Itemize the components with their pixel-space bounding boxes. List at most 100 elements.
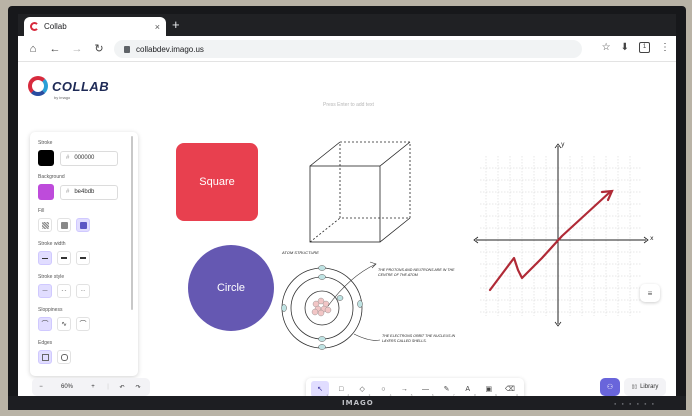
atom-title: ATOM STRUCTURE <box>282 250 319 255</box>
stroke-hex-value: 000000 <box>74 155 95 161</box>
stroke-bold-button[interactable] <box>57 251 71 265</box>
sloppiness-architect-button[interactable]: ⌒ <box>38 317 52 331</box>
close-tab-icon[interactable]: × <box>155 22 160 32</box>
arrow-icon: → <box>400 385 408 393</box>
fill-solid-icon <box>79 221 87 229</box>
zoom-out-button[interactable]: − <box>32 384 50 390</box>
stroke-thin-button[interactable] <box>38 251 52 265</box>
zoom-divider: | <box>107 384 109 390</box>
stroke-solid-button[interactable]: — <box>38 284 52 298</box>
collab-favicon-icon <box>30 22 39 31</box>
background-hex-input[interactable]: # be4bdb <box>60 184 118 200</box>
eraser-icon: ⌫ <box>504 386 515 393</box>
rectangle-icon: □ <box>339 385 344 393</box>
cursor-icon: ↖ <box>317 386 323 393</box>
tab-count-icon[interactable]: 1 <box>639 42 650 53</box>
stroke-hex-input[interactable]: # 000000 <box>60 150 118 166</box>
background-swatch[interactable] <box>38 184 54 200</box>
address-bar[interactable]: collabdev.imago.us <box>114 40 582 58</box>
browser-toolbar: ⌂ ← → ↻ collabdev.imago.us ☆ ⬇ 1 ⋮ <box>18 36 676 62</box>
browser-tab-bar: Collab × + <box>18 14 676 36</box>
url-text: collabdev.imago.us <box>136 44 204 54</box>
logo-by-text: by imago <box>54 95 71 100</box>
fill-label: Fill <box>38 208 45 214</box>
sloppiness-artist-button[interactable]: ∿ <box>57 317 71 331</box>
edges-round-button[interactable] <box>57 350 71 364</box>
bookmark-star-icon[interactable]: ☆ <box>602 42 611 53</box>
background-label: Background <box>38 174 65 180</box>
library-label: Library <box>640 384 659 390</box>
stroke-swatch[interactable] <box>38 150 54 166</box>
tool-rectangle[interactable]: □ 2 <box>332 381 350 397</box>
line-icon: — <box>422 385 430 393</box>
ellipse-icon: ○ <box>381 385 386 393</box>
stroke-thin-icon <box>42 257 48 259</box>
fill-solid-button[interactable] <box>76 218 90 232</box>
fill-hachure-icon <box>41 221 49 229</box>
canvas-hint: Press Enter to add text <box>323 102 374 108</box>
tool-eraser[interactable]: ⌫ 0 <box>501 381 519 396</box>
logo-text: COLLAB <box>52 78 110 94</box>
stroke-bold-icon <box>61 257 67 259</box>
tool-arrow[interactable]: → 5 <box>395 381 413 397</box>
collab-app: COLLAB by imago Press Enter to add text … <box>18 62 676 396</box>
pencil-icon: ✎ <box>443 386 450 393</box>
cube-drawing[interactable] <box>306 138 430 246</box>
undo-icon[interactable]: ↶ <box>114 384 130 391</box>
zoom-controls: − 60% + | ↶ ↷ <box>32 378 150 396</box>
redo-icon[interactable]: ↷ <box>130 384 146 391</box>
zoom-in-button[interactable]: + <box>84 384 102 390</box>
stroke-width-label: Stroke width <box>38 241 66 247</box>
fill-crosshatch-button[interactable] <box>57 218 71 232</box>
tool-diamond[interactable]: ◇ 3 <box>353 381 371 396</box>
tool-line[interactable]: —6 <box>416 381 434 397</box>
back-icon[interactable]: ← <box>44 43 66 55</box>
text-icon: A <box>465 385 471 393</box>
square-shape[interactable]: Square <box>176 143 258 221</box>
diamond-icon: ◇ <box>359 386 365 393</box>
stroke-style-label: Stroke style <box>38 274 65 280</box>
browser-menu-icon[interactable]: ⋮ <box>660 42 670 53</box>
collaborators-icon[interactable]: ⚇ <box>600 378 620 396</box>
square-label: Square <box>199 176 235 188</box>
stroke-label: Stroke <box>38 140 53 146</box>
tool-cursor[interactable]: ↖ 1 <box>311 381 330 396</box>
fill-crosshatch-icon <box>60 221 68 229</box>
stroke-extra-bold-icon <box>80 256 86 260</box>
zoom-level[interactable]: 60% <box>50 384 84 390</box>
collab-logo: COLLAB by imago <box>28 76 110 100</box>
monitor-frame: Collab × + ⌂ ← → ↻ collabdev.imago.us ☆ … <box>8 6 686 408</box>
stroke-dashed-button[interactable]: - - <box>57 284 71 298</box>
download-icon[interactable]: ⬇ <box>621 42 629 53</box>
background-hash: # <box>66 189 70 195</box>
stroke-dotted-button[interactable]: ··· <box>76 284 90 298</box>
stroke-extra-bold-button[interactable] <box>76 251 90 265</box>
graph-y-label: y <box>561 141 565 148</box>
reload-icon[interactable]: ↻ <box>88 42 110 55</box>
screen: Collab × + ⌂ ← → ↻ collabdev.imago.us ☆ … <box>18 14 676 396</box>
line-graph-drawing[interactable]: x y <box>462 136 654 330</box>
circle-label: Circle <box>216 282 246 294</box>
monitor-brand: IMAGO <box>342 399 374 407</box>
home-icon[interactable]: ⌂ <box>22 43 44 55</box>
sloppiness-cartoonist-button[interactable]: ⌒ <box>76 317 90 331</box>
lock-icon <box>124 45 130 53</box>
circle-shape[interactable]: Circle <box>188 245 274 331</box>
tool-ellipse[interactable]: ○ 4 <box>374 381 392 397</box>
properties-panel: Stroke # 000000 Background # be4bdb Fill… <box>30 132 138 376</box>
browser-tab[interactable]: Collab × <box>24 17 166 36</box>
tool-image[interactable]: ▣ 9 <box>480 381 498 396</box>
shape-toolbar: ↖ 1 □ 2 ◇ 3 ○ 4 → 5—6 ✎ 7 A 8 ▣ 9 ⌫ 0 <box>306 378 524 396</box>
properties-scrollbar[interactable] <box>131 136 133 310</box>
tool-text[interactable]: A8 <box>459 381 477 397</box>
hamburger-menu-icon[interactable]: ≡ <box>640 284 660 302</box>
tool-pencil[interactable]: ✎ 7 <box>438 381 456 396</box>
image-icon: ▣ <box>485 386 493 393</box>
library-button[interactable]: ▯▯ Library <box>624 378 666 396</box>
library-icon: ▯▯ <box>631 384 638 390</box>
edges-sharp-button[interactable] <box>38 350 52 364</box>
fill-hachure-button[interactable] <box>38 218 52 232</box>
new-tab-icon[interactable]: + <box>172 17 180 32</box>
sloppiness-label: Sloppiness <box>38 307 63 313</box>
forward-icon[interactable]: → <box>66 43 88 55</box>
